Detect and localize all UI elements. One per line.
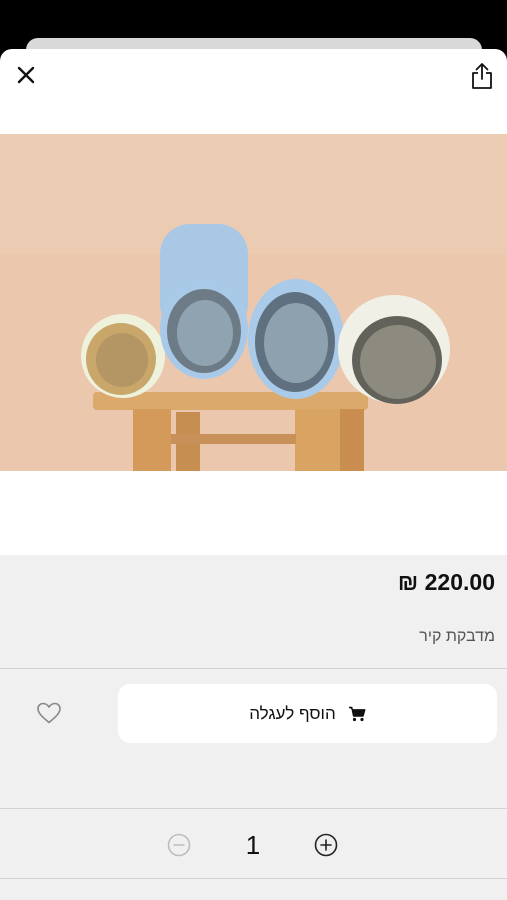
close-icon <box>17 66 35 84</box>
divider <box>0 878 507 879</box>
product-price: 220.00 ₪ <box>397 569 495 595</box>
quantity-value: 1 <box>245 830 261 860</box>
add-to-cart-button[interactable]: הוסף לעגלה <box>118 684 497 743</box>
divider <box>0 668 507 669</box>
quantity-increment-button[interactable] <box>314 833 338 857</box>
plus-circle-icon <box>314 833 338 857</box>
wishlist-button[interactable] <box>36 701 62 725</box>
share-button[interactable] <box>468 61 496 91</box>
product-image <box>0 134 507 471</box>
share-icon <box>472 63 492 89</box>
quantity-decrement-button[interactable] <box>167 833 191 857</box>
product-info-panel: 220.00 ₪ מדבקת קיר הוסף לעגלה 1 <box>0 555 507 900</box>
divider <box>0 808 507 809</box>
minus-circle-icon <box>167 833 191 857</box>
stool-leg <box>295 409 343 471</box>
stool-leg <box>133 409 171 471</box>
add-to-cart-label: הוסף לעגלה <box>249 703 336 723</box>
product-sheet: 220.00 ₪ מדבקת קיר הוסף לעגלה 1 <box>0 49 507 900</box>
cart-icon <box>348 706 366 721</box>
top-bar <box>0 49 507 105</box>
heart-icon <box>37 702 61 724</box>
stool-rung <box>171 434 296 444</box>
stool-leg <box>340 409 364 471</box>
close-button[interactable] <box>14 63 38 87</box>
product-name: מדבקת קיר <box>419 628 495 645</box>
